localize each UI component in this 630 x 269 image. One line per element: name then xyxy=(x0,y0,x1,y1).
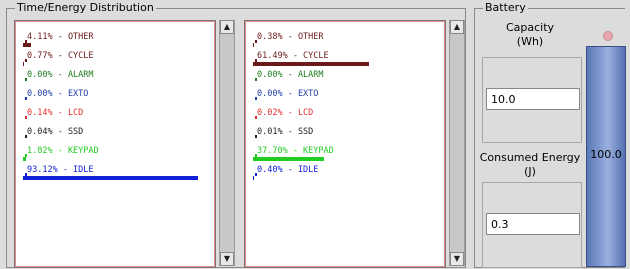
row-label: 37.70% - KEYPAD xyxy=(257,146,334,156)
row-label: 0.38% - OTHER xyxy=(257,32,324,42)
row-percentage-bar xyxy=(253,62,369,66)
distribution-row: 0.38% - OTHER xyxy=(253,28,324,47)
row-label: 0.14% - LCD xyxy=(27,108,84,118)
distribution-row: 37.70% - KEYPAD xyxy=(253,142,334,161)
row-label: 0.40% - IDLE xyxy=(257,165,319,175)
distribution-row: 1.82% - KEYPAD xyxy=(23,142,99,161)
row-percentage-bar xyxy=(23,62,24,66)
row-label: 0.77% - CYCLE xyxy=(27,51,94,61)
capacity-input[interactable]: 10.0 xyxy=(486,88,580,110)
distribution-row: 0.00% - EXTO xyxy=(23,85,88,103)
time-scrollbar[interactable]: ▲ ▼ xyxy=(219,20,235,266)
row-label: 0.00% - EXTO xyxy=(257,89,319,99)
row-percentage-bar xyxy=(253,176,254,180)
row-label: 0.02% - LCD xyxy=(257,108,314,118)
row-label: 61.49% - CYCLE xyxy=(257,51,329,61)
distribution-row: 0.40% - IDLE xyxy=(253,161,319,180)
capacity-label: Capacity (Wh) xyxy=(505,21,555,48)
distribution-row: 0.01% - SSD xyxy=(253,123,313,141)
row-label: 0.00% - ALARM xyxy=(257,70,324,80)
row-label: 0.04% - SSD xyxy=(27,127,84,137)
distribution-row: 0.00% - EXTO xyxy=(253,85,318,103)
row-percentage-bar xyxy=(253,43,254,47)
distribution-row: 0.04% - SSD xyxy=(23,123,83,141)
scroll-down-icon[interactable]: ▼ xyxy=(450,252,464,266)
battery-title: Battery xyxy=(483,1,528,15)
consumed-energy-label: Consumed Energy (J) xyxy=(479,151,581,178)
row-label: 4.11% - OTHER xyxy=(27,32,94,42)
energy-distribution-panel: 0.38% - OTHER 61.49% - CYCLE 0.00% - ALARM… xyxy=(244,20,446,268)
row-label: 0.01% - SSD xyxy=(257,127,314,137)
distribution-row: 0.00% - ALARM xyxy=(23,66,94,84)
row-percentage-bar xyxy=(23,43,31,47)
scroll-down-icon[interactable]: ▼ xyxy=(220,252,234,266)
scroll-up-icon[interactable]: ▲ xyxy=(450,20,464,34)
distribution-row: 0.14% - LCD xyxy=(23,104,83,122)
distribution-row: 0.77% - CYCLE xyxy=(23,47,94,66)
row-label: 0.00% - ALARM xyxy=(27,70,94,80)
distribution-row: 4.11% - OTHER xyxy=(23,28,94,47)
distribution-row: 0.02% - LCD xyxy=(253,104,313,122)
distribution-title: Time/Energy Distribution xyxy=(15,1,156,15)
row-percentage-bar xyxy=(253,157,324,161)
time-distribution-panel: 4.11% - OTHER 0.77% - CYCLE 0.00% - ALARM 0… xyxy=(14,20,216,268)
row-label: 93.12% - IDLE xyxy=(27,165,94,175)
status-led-icon xyxy=(603,31,613,41)
distribution-row: 0.00% - ALARM xyxy=(253,66,324,84)
distribution-row: 93.12% - IDLE xyxy=(23,161,198,180)
row-percentage-bar xyxy=(23,176,198,180)
row-label: 0.00% - EXTO xyxy=(27,89,89,99)
row-label: 1.82% - KEYPAD xyxy=(27,146,99,156)
row-percentage-bar xyxy=(23,157,26,161)
distribution-row: 61.49% - CYCLE xyxy=(253,47,369,66)
consumed-energy-input[interactable]: 0.3 xyxy=(486,213,580,235)
energy-scrollbar[interactable]: ▲ ▼ xyxy=(449,20,465,266)
battery-level-text: 100.0 xyxy=(590,148,622,161)
scroll-up-icon[interactable]: ▲ xyxy=(220,20,234,34)
